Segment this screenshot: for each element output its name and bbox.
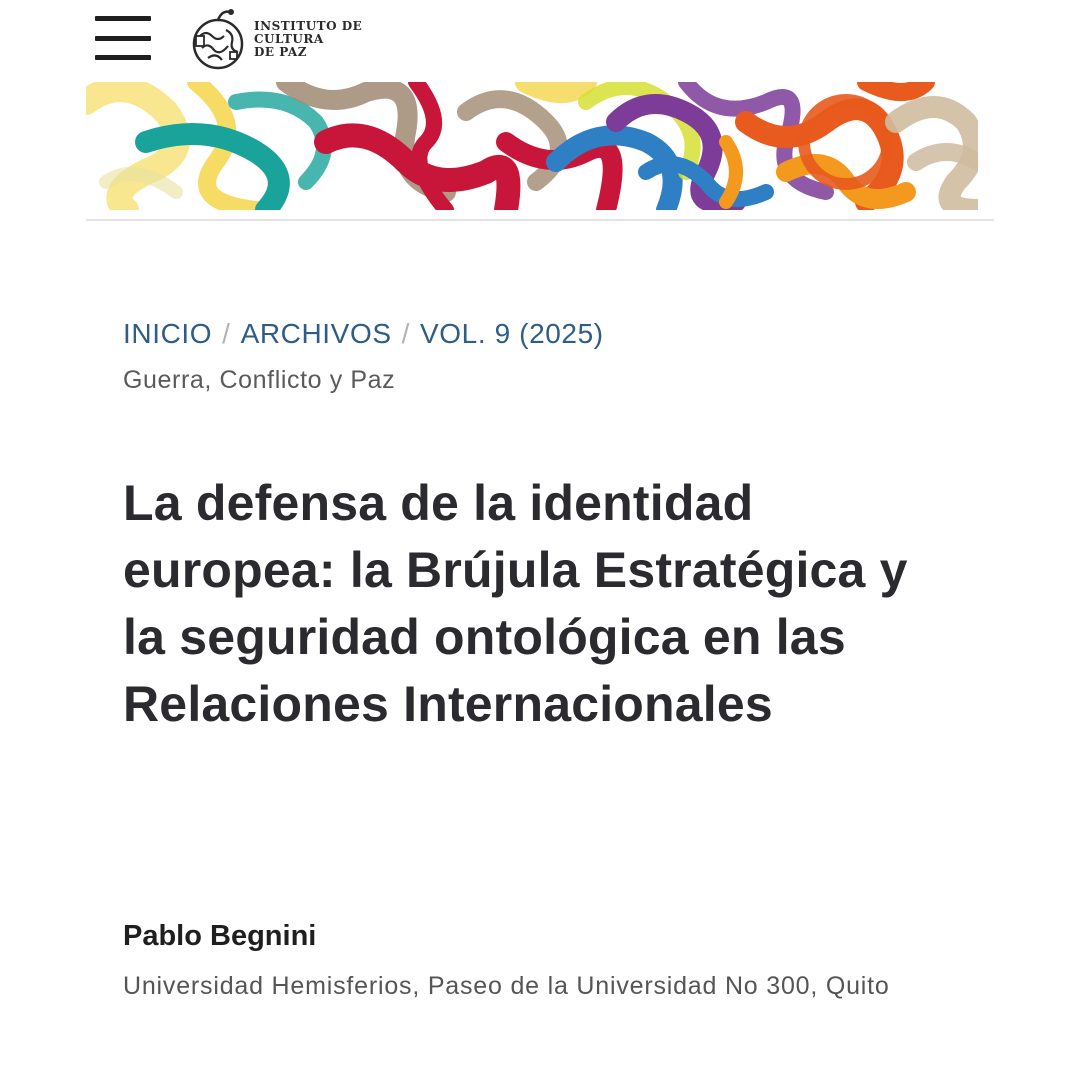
site-header: INSTITUTO DE CULTURA DE PAZ	[0, 0, 1080, 80]
logo-line: DE PAZ	[254, 44, 307, 59]
breadcrumb-separator: /	[222, 318, 231, 349]
logo-wordmark: INSTITUTO DE CULTURA DE PAZ	[254, 18, 363, 59]
menu-line	[95, 16, 151, 21]
hamburger-menu-icon[interactable]	[95, 16, 151, 60]
author-name: Pablo Begnini	[123, 920, 317, 952]
section-name: Guerra, Conflicto y Paz	[123, 366, 396, 394]
banner-pattern	[86, 82, 978, 210]
article-title: La defensa de la identidad europea: la B…	[123, 475, 908, 732]
breadcrumb-separator: /	[401, 318, 411, 349]
logo-line: CULTURA	[254, 31, 324, 46]
logo-line: INSTITUTO DE	[254, 18, 363, 33]
breadcrumb: INICIO / ARCHIVOS / VOL. 9 (2025)	[123, 318, 604, 350]
site-logo[interactable]: INSTITUTO DE CULTURA DE PAZ	[188, 4, 362, 74]
author-affiliation: Universidad Hemisferios, Paseo de la Uni…	[123, 972, 890, 1000]
header-divider	[86, 219, 994, 221]
breadcrumb-volume-link[interactable]: VOL. 9 (2025)	[420, 318, 604, 349]
menu-line	[95, 55, 151, 60]
pipe-seal-logo-icon	[192, 9, 244, 70]
breadcrumb-archives-link[interactable]: ARCHIVOS	[241, 318, 392, 349]
colorful-abstract-pattern	[86, 82, 978, 210]
breadcrumb-home-link[interactable]: INICIO	[123, 318, 212, 349]
menu-line	[95, 35, 151, 41]
